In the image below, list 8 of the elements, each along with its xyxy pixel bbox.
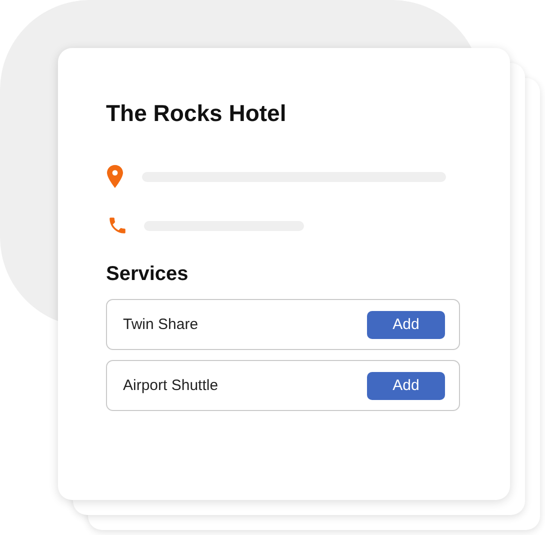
hotel-title: The Rocks Hotel	[106, 100, 288, 127]
add-button[interactable]: Add	[367, 310, 445, 338]
location-pin-icon	[107, 165, 123, 188]
service-name: Airport Shuttle	[123, 377, 218, 394]
phone-icon	[107, 215, 128, 236]
section-heading: Services	[106, 263, 190, 286]
service-name: Twin Share	[123, 316, 198, 333]
add-button[interactable]: Add	[367, 372, 445, 400]
